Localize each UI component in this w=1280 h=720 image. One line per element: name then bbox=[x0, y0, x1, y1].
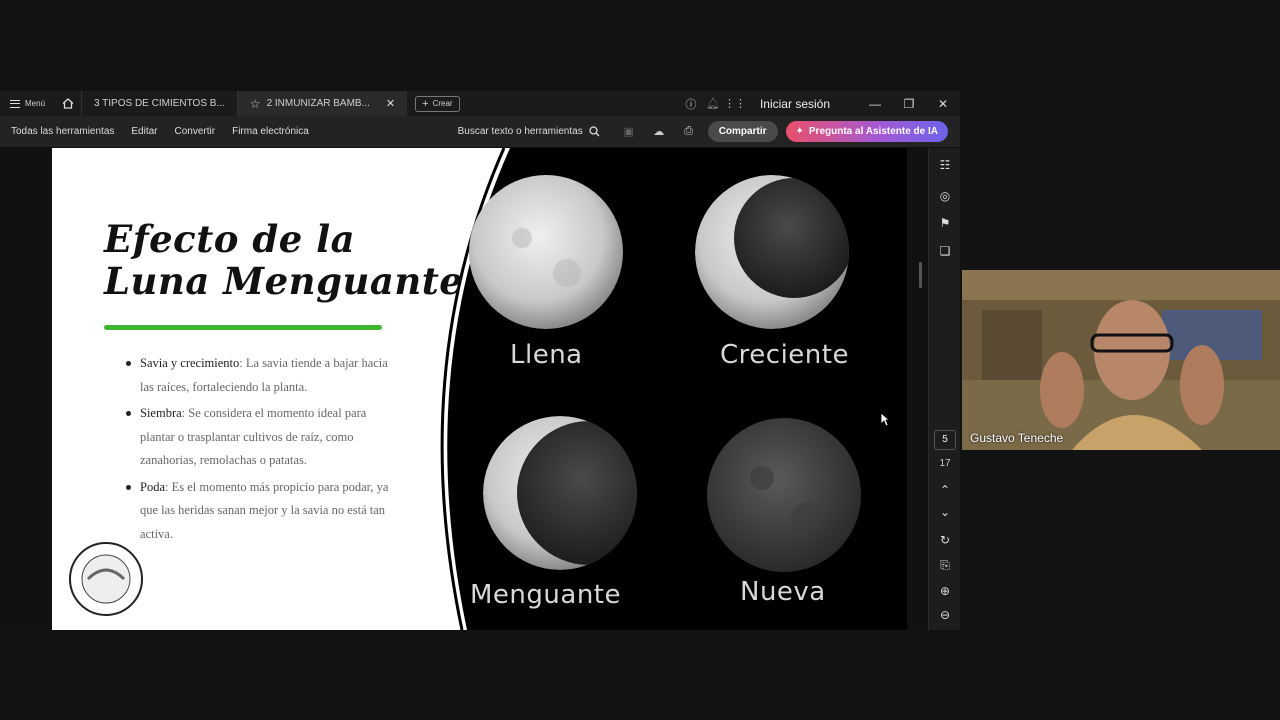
bullet-text: : Es el momento más propicio para podar,… bbox=[140, 479, 389, 541]
right-side-panel: ☷ ◎ ⚑ ❏ 5 17 ⌃ ⌄ ↻ ⎘ ⊕ ⊖ bbox=[928, 148, 960, 630]
tab-document-1[interactable]: 3 TIPOS DE CIMIENTOS B... bbox=[81, 91, 237, 116]
apps-grid-icon[interactable]: ⋮⋮ bbox=[724, 97, 746, 110]
star-icon[interactable]: ☆ bbox=[250, 97, 261, 111]
tab-bar: Menú 3 TIPOS DE CIMIENTOS B... ☆ 2 INMUN… bbox=[0, 91, 960, 116]
ai-assistant-button[interactable]: ✦ Pregunta al Asistente de IA bbox=[785, 121, 948, 142]
slide-page: Efecto de la Luna Menguante Savia y crec… bbox=[52, 148, 907, 630]
bullet-item: Savia y crecimiento: La savia tiende a b… bbox=[126, 352, 390, 399]
bullet-term: Poda bbox=[140, 479, 165, 494]
title-underline bbox=[104, 325, 382, 330]
moon-label-nueva: Nueva bbox=[740, 577, 826, 607]
pages-icon[interactable]: ❏ bbox=[929, 244, 961, 258]
ai-label: Pregunta al Asistente de IA bbox=[808, 126, 938, 137]
bullet-term: Savia y crecimiento bbox=[140, 356, 240, 370]
restore-icon[interactable]: ❐ bbox=[892, 97, 926, 111]
bullet-term: Siembra bbox=[140, 406, 182, 420]
search-tools[interactable]: Buscar texto o herramientas bbox=[458, 126, 600, 137]
bullet-item: Siembra: Se considera el momento ideal p… bbox=[126, 402, 390, 473]
menu-button[interactable]: Menú bbox=[0, 91, 55, 116]
moon-label-menguante: Menguante bbox=[470, 580, 621, 610]
document-viewer[interactable]: Efecto de la Luna Menguante Savia y crec… bbox=[0, 148, 960, 630]
moon-label-creciente: Creciente bbox=[720, 340, 849, 370]
home-icon bbox=[62, 98, 74, 109]
page-settings-icon[interactable]: ⎘ bbox=[929, 558, 961, 573]
title-line-1: Efecto de la bbox=[104, 217, 356, 261]
moon-full bbox=[469, 175, 623, 329]
cloud-upload-icon[interactable]: ☁ bbox=[648, 125, 670, 138]
close-tab-icon[interactable]: ✕ bbox=[386, 97, 395, 110]
search-icon bbox=[589, 126, 600, 137]
title-line-2: Luna Menguante bbox=[104, 259, 464, 303]
toolbar-all-tools[interactable]: Todas las herramientas bbox=[0, 126, 114, 137]
home-button[interactable] bbox=[55, 91, 81, 116]
zoom-in-icon[interactable]: ⊕ bbox=[929, 584, 961, 598]
mouse-cursor-icon bbox=[880, 412, 890, 427]
vertical-scrollbar[interactable] bbox=[919, 262, 922, 288]
rotate-icon[interactable]: ↻ bbox=[929, 533, 961, 547]
close-window-icon[interactable]: ✕ bbox=[926, 97, 960, 111]
menu-label: Menú bbox=[25, 99, 46, 108]
save-icon[interactable]: ▣ bbox=[618, 125, 640, 138]
bell-icon[interactable]: 🔔︎ bbox=[702, 97, 724, 110]
create-label: Crear bbox=[432, 99, 453, 108]
share-button[interactable]: Compartir bbox=[707, 121, 778, 142]
pdf-viewer-window: Menú 3 TIPOS DE CIMIENTOS B... ☆ 2 INMUN… bbox=[0, 91, 960, 630]
webcam-feed: Gustavo Teneche bbox=[962, 270, 1280, 450]
tab-label: 3 TIPOS DE CIMIENTOS B... bbox=[94, 98, 225, 109]
chevron-down-icon[interactable]: ⌄ bbox=[929, 505, 961, 519]
plus-icon: + bbox=[422, 97, 429, 110]
tab-label: 2 INMUNIZAR BAMB... bbox=[266, 98, 370, 109]
zoom-out-icon[interactable]: ⊖ bbox=[929, 608, 961, 622]
total-pages: 17 bbox=[939, 458, 951, 469]
minimize-icon[interactable]: — bbox=[858, 97, 892, 111]
print-icon[interactable]: ⎙ bbox=[678, 125, 700, 138]
chevron-up-icon[interactable]: ⌃ bbox=[929, 483, 961, 497]
moon-new bbox=[707, 418, 861, 572]
help-icon[interactable]: ⓘ bbox=[680, 96, 702, 112]
participant-video bbox=[962, 270, 1280, 450]
ai-chat-icon[interactable]: ◎ bbox=[929, 189, 961, 203]
ai-sparkle-icon: ✦ bbox=[795, 126, 804, 137]
bullet-item: Poda: Es el momento más propicio para po… bbox=[126, 476, 390, 547]
moon-label-llena: Llena bbox=[510, 340, 583, 370]
tab-document-2[interactable]: ☆ 2 INMUNIZAR BAMB... ✕ bbox=[236, 91, 408, 116]
toolbar-convert[interactable]: Convertir bbox=[164, 126, 216, 137]
current-page-input[interactable]: 5 bbox=[934, 430, 956, 450]
search-label: Buscar texto o herramientas bbox=[457, 126, 583, 137]
toolbar-esign[interactable]: Firma electrónica bbox=[221, 126, 309, 137]
participant-name: Gustavo Teneche bbox=[970, 431, 1064, 445]
create-button[interactable]: + Crear bbox=[415, 95, 460, 112]
bookmark-icon[interactable]: ⚑ bbox=[929, 216, 961, 230]
slide-title: Efecto de la Luna Menguante bbox=[104, 218, 463, 302]
toolbar-edit[interactable]: Editar bbox=[120, 126, 157, 137]
bullet-list: Savia y crecimiento: La savia tiende a b… bbox=[126, 352, 390, 549]
comment-panel-icon[interactable]: ☷ bbox=[929, 158, 961, 172]
toolbar: Todas las herramientas Editar Convertir … bbox=[0, 116, 960, 148]
hamburger-icon bbox=[10, 99, 20, 108]
guadua-bambu-logo bbox=[69, 542, 143, 616]
signin-button[interactable]: Iniciar sesión bbox=[760, 97, 830, 111]
